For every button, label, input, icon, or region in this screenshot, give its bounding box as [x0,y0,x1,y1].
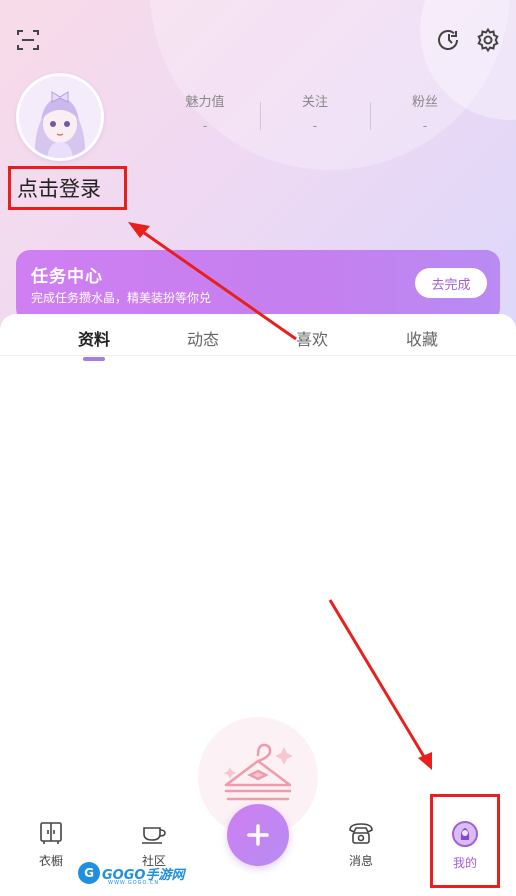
annotation-highlight-box [430,794,500,888]
tab-likes[interactable]: 喜欢 [272,326,352,350]
task-center-subtitle: 完成任务攒水晶，精美装扮等你兑 [31,291,212,305]
scan-icon[interactable] [13,25,43,55]
stat-fans[interactable]: 粉丝 - [370,94,480,134]
task-center-title: 任务中心 [31,267,103,287]
stat-charm[interactable]: 魅力值 - [150,94,260,134]
history-icon[interactable] [434,25,464,55]
stat-following[interactable]: 关注 - [260,94,370,134]
create-button[interactable] [227,804,289,866]
stat-value: - [202,119,208,134]
tab-indicator [83,357,105,361]
tab-messages[interactable]: 消息 [326,820,396,869]
profile-stats: 魅力值 - 关注 - 粉丝 - [150,94,480,134]
wardrobe-icon [40,822,62,844]
stat-label: 关注 [301,95,328,110]
stat-value: - [312,119,318,134]
complete-task-button[interactable]: 去完成 [415,268,487,298]
gear-icon[interactable] [473,25,503,55]
tab-messages-label: 消息 [348,854,373,868]
tab-profile[interactable]: 资料 [54,326,134,350]
watermark-logo: G GOGO手游网 WWW.GOGO.CN [78,858,188,888]
stat-label: 粉丝 [411,95,438,110]
login-link[interactable]: 点击登录 [8,166,127,210]
watermark-subtext: WWW.GOGO.CN [108,880,160,886]
tab-wardrobe[interactable]: 衣橱 [16,820,86,869]
stat-label: 魅力值 [185,95,225,110]
tab-favorites[interactable]: 收藏 [382,326,462,350]
telephone-icon [349,823,373,844]
avatar[interactable] [16,73,104,161]
tab-wardrobe-label: 衣橱 [38,854,63,868]
stat-value: - [422,119,428,134]
plus-icon [247,824,269,846]
watermark-g-icon: G [78,862,100,884]
profile-tabs: 资料 动态 喜欢 收藏 [0,320,516,361]
cup-icon [142,827,166,844]
task-center-card[interactable]: 任务中心 完成任务攒水晶，精美装扮等你兑 去完成 [16,250,500,322]
tab-activity[interactable]: 动态 [163,326,243,350]
